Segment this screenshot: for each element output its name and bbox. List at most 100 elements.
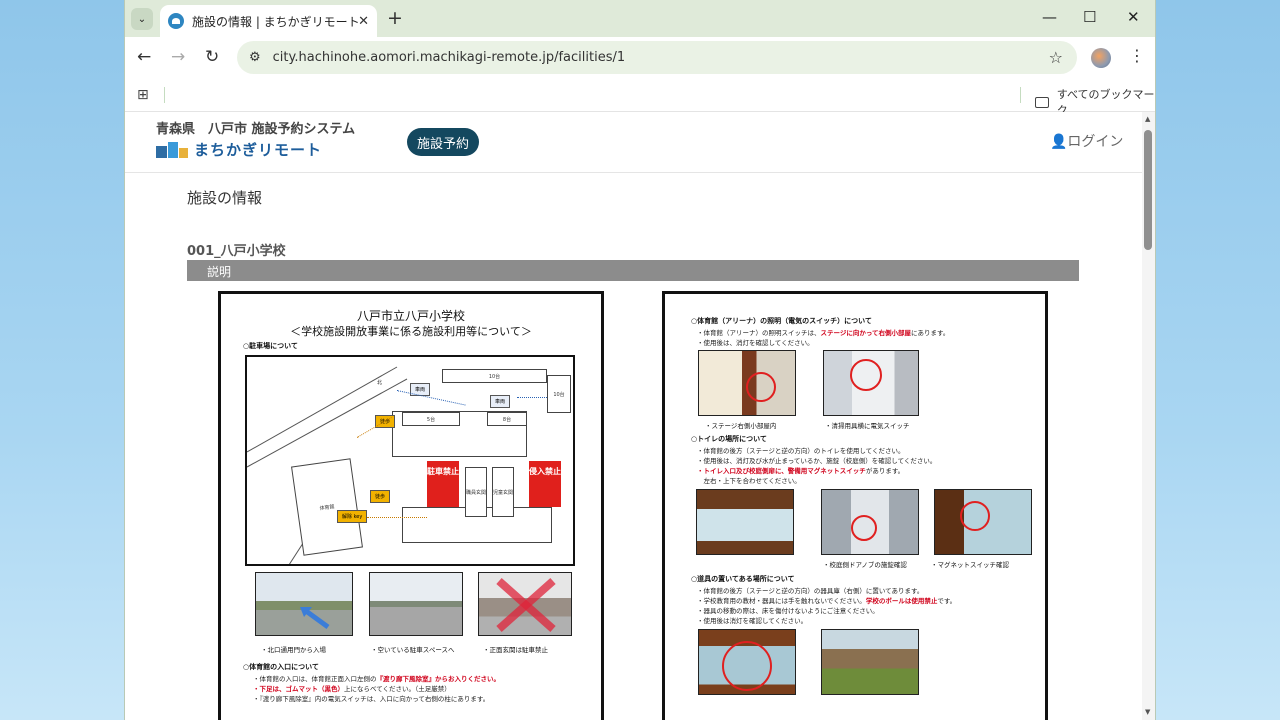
lighting-photos: ・ステージ右側小部屋内 ・清掃用具横に電気スイッチ [665, 348, 1045, 432]
back-button[interactable]: ← [137, 47, 151, 67]
staff-entrance: 職員玄関 [465, 467, 487, 517]
photo-stage-room [698, 350, 796, 416]
walk-route-2 [367, 517, 427, 518]
profile-avatar[interactable] [1091, 48, 1111, 68]
tab-close-icon[interactable]: ✕ [358, 14, 369, 29]
caption-stage-room: ・ステージ右側小部屋内 [705, 422, 777, 430]
highlight-circle-icon [851, 515, 877, 541]
page-title: 施設の情報 [187, 189, 263, 207]
equip-line-1: ・体育館の後方（ステージと逆の方向）の器具庫（右側）に置いてあります。 [697, 587, 924, 595]
toilet-line-3: ・トイレ入口及び校庭側扉に、警備用マグネットスイッチがあります。 [697, 467, 905, 475]
toilet-photos: ・校庭側ドアノブの施錠確認 ・マグネットスイッチ確認 [665, 486, 1045, 572]
north-label: 北 [377, 380, 383, 386]
site-settings-icon[interactable]: ⚙ [249, 50, 261, 65]
parking-heading: ○駐車場について [243, 342, 298, 350]
gym-line-2: ・下足は、ゴムマット（黒色）上にならべてください。（土足厳禁） [253, 685, 451, 693]
toilet-line-2: ・使用後は、消灯及び水が止まっているか、施錠（校庭側）を確認してください。 [697, 457, 937, 465]
photo-equipment-shelf [821, 629, 919, 695]
address-bar[interactable]: ⚙ city.hachinohe.aomori.machikagi-remote… [237, 41, 1077, 74]
folder-icon [1035, 96, 1049, 108]
login-link[interactable]: 👤ログイン [1050, 131, 1123, 151]
scrollbar-thumb[interactable] [1144, 130, 1152, 250]
walk-label-2: 徒歩 [370, 490, 391, 503]
caption-north-gate: ・北口通用門から入場 [261, 646, 326, 654]
facility-reserve-button[interactable]: 施設予約 [407, 128, 480, 156]
usage-document-right: ○体育館（アリーナ）の照明（電気のスイッチ）について ・体育館（アリーナ）の照明… [662, 291, 1048, 720]
scroll-up-icon[interactable]: ▲ [1145, 115, 1150, 123]
facility-name: 001_八戸小学校 [187, 244, 286, 259]
new-tab-button[interactable]: + [387, 8, 403, 28]
caption-front-entrance: ・正面玄関は駐車禁止 [483, 646, 548, 654]
gym-line-3: ・『渡り廊下風除室』内の電気スイッチは、入口に向かって右側の柱にあります。 [253, 695, 490, 703]
toilet-line-4: 左右・上下を合わせてください。 [697, 477, 801, 485]
url-text[interactable]: city.hachinohe.aomori.machikagi-remote.j… [273, 50, 625, 65]
child-entrance: 児童玄関 [492, 467, 514, 517]
car-label-2: 車両 [490, 395, 511, 408]
equipment-photos [665, 626, 1045, 696]
equip-line-3: ・器具の移動の際は、床を傷付けないようにご注意ください。 [697, 607, 879, 615]
prohibited-x-icon [496, 578, 556, 632]
photo-equipment-room [698, 629, 796, 695]
forward-button[interactable]: → [171, 47, 185, 67]
tab-search-button[interactable]: ⌄ [131, 8, 153, 30]
bookmarks-divider [164, 87, 165, 103]
logo-text: まちかぎリモート [194, 141, 323, 159]
caption-door-lock: ・校庭側ドアノブの施錠確認 [823, 561, 907, 569]
lighting-heading: ○体育館（アリーナ）の照明（電気のスイッチ）について [691, 317, 872, 325]
maximize-button[interactable]: ☐ [1083, 8, 1096, 26]
photo-magnet-switch [934, 489, 1032, 555]
photo-north-gate [255, 572, 353, 636]
highlight-circle-icon [850, 359, 882, 391]
bookmarks-divider [1020, 87, 1021, 103]
gym-line-1: ・体育館の入口は、体育館正面入口左側の『渡り廊下風除室』からお入りください。 [253, 675, 500, 683]
entry-arrow-icon [300, 607, 330, 630]
no-parking-sign: 駐車禁止 [427, 461, 459, 507]
browser-window: ⌄ 施設の情報 | まちかぎリモート ✕ + — ☐ ✕ ← → ↻ ⚙ cit… [125, 0, 1155, 720]
browser-menu-icon[interactable]: ⋮ [1129, 46, 1145, 65]
browser-toolbar: ← → ↻ ⚙ city.hachinohe.aomori.machikagi-… [125, 37, 1155, 79]
parking-photos [221, 566, 601, 644]
photo-toilet-door [696, 489, 794, 555]
toilet-line-1: ・体育館の後方（ステージと逆の方向）のトイレを使用してください。 [697, 447, 905, 455]
apps-grid-icon[interactable]: ⊞ [137, 87, 149, 103]
equipment-heading: ○道具の置いてある場所について [691, 575, 795, 583]
parking-captions: ・北口通用門から入場 ・空いている駐車スペースへ ・正面玄関は駐車禁止 [221, 644, 601, 660]
section-bar: 説明 [187, 260, 1079, 281]
doc-title: 八戸市立八戸小学校 [356, 309, 465, 323]
site-favicon-icon [168, 13, 184, 29]
active-tab[interactable]: 施設の情報 | まちかぎリモート ✕ [160, 5, 377, 37]
minimize-button[interactable]: — [1042, 8, 1057, 26]
reload-button[interactable]: ↻ [205, 47, 219, 67]
bookmark-star-icon[interactable]: ☆ [1049, 48, 1063, 67]
tab-strip: ⌄ 施設の情報 | まちかぎリモート ✕ + — ☐ ✕ [125, 0, 1155, 37]
parking-area-5: 5台 [402, 412, 460, 426]
parking-area-10a: 10台 [442, 369, 547, 383]
page-scrollbar[interactable]: ▲ ▼ [1142, 112, 1155, 720]
close-window-button[interactable]: ✕ [1127, 8, 1140, 26]
scroll-down-icon[interactable]: ▼ [1145, 708, 1150, 716]
lighting-line-1: ・体育館（アリーナ）の照明スイッチは、ステージに向かって右側小部屋にあります。 [697, 329, 950, 337]
page-content: 青森県 八戸市 施設予約システム まちかぎリモート 施設予約 👤ログイン 施設の… [125, 112, 1142, 720]
gym-building: 体育館 [291, 458, 363, 556]
site-logo[interactable]: まちかぎリモート [156, 139, 322, 160]
town-logo-icon [156, 140, 188, 160]
lighting-line-2: ・使用後は、消灯を確認してください。 [697, 339, 814, 347]
site-header: 青森県 八戸市 施設予約システム まちかぎリモート 施設予約 👤ログイン [125, 112, 1142, 173]
toilet-heading: ○トイレの場所について [691, 435, 767, 443]
bookmarks-bar: ⊞ すべてのブックマーク [125, 79, 1155, 117]
car-route-2 [517, 397, 547, 398]
photo-switch [823, 350, 919, 416]
photo-door-lock [821, 489, 919, 555]
caption-parking-space: ・空いている駐車スペースへ [371, 646, 455, 654]
chevron-down-icon: ⌄ [137, 13, 147, 25]
no-entry-sign: 侵入禁止 [529, 461, 561, 507]
caption-switch: ・清掃用具横に電気スイッチ [825, 422, 910, 430]
equip-line-2: ・学校教育用の教材・器具には手を触れないでください。学校のボールは使用禁止です。 [697, 597, 957, 605]
highlight-circle-icon [746, 372, 776, 402]
usage-document-left: 八戸市立八戸小学校 ＜学校施設開放事業に係る施設利用等について＞ ○駐車場につい… [218, 291, 604, 720]
tab-title: 施設の情報 | まちかぎリモート [192, 14, 359, 29]
prefecture-line: 青森県 八戸市 施設予約システム [156, 122, 356, 137]
parking-area-10b: 10台 [547, 375, 571, 413]
highlight-circle-icon [722, 641, 772, 691]
equip-line-4: ・使用後は消灯を確認してください。 [697, 617, 808, 625]
